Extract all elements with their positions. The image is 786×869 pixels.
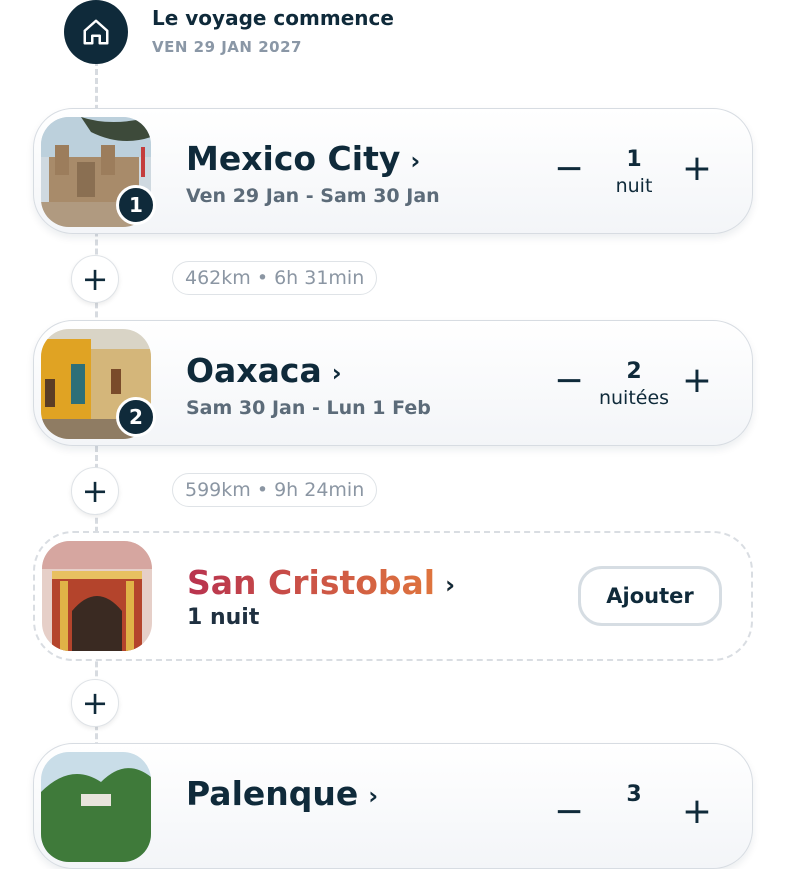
nights-label: nuit xyxy=(615,175,653,197)
trip-start-date: VEN 29 JAN 2027 xyxy=(152,38,302,56)
nights-decrement-button[interactable]: − xyxy=(549,361,589,401)
nights-count: 3 xyxy=(626,782,642,807)
city-name-label: Mexico City xyxy=(186,139,401,178)
chevron-right-icon: › xyxy=(331,358,342,387)
nights-count: 2 xyxy=(626,359,642,384)
nights-decrement-button[interactable]: − xyxy=(549,792,589,832)
leg-distance-pill: 462km • 6h 31min xyxy=(172,261,378,295)
nights-label: nuitées xyxy=(598,387,670,409)
add-stop-button[interactable]: + xyxy=(71,679,119,727)
stop-card-mexico-city[interactable]: 1 Mexico City › Ven 29 Jan - Sam 30 Jan −… xyxy=(33,108,753,234)
add-stop-button[interactable]: + xyxy=(71,467,119,515)
city-name-label: Oaxaca xyxy=(186,351,322,390)
add-stop-button[interactable]: + xyxy=(71,255,119,303)
nights-increment-button[interactable]: + xyxy=(677,361,717,401)
stop-card-palenque[interactable]: Palenque › − 3 + xyxy=(33,743,753,869)
city-name-label: San Cristobal xyxy=(187,563,436,602)
chevron-right-icon: › xyxy=(410,146,421,175)
add-suggested-stop-button[interactable]: Ajouter xyxy=(578,566,722,626)
suggested-stop-card-san-cristobal[interactable]: San Cristobal › 1 nuit Ajouter xyxy=(33,531,753,661)
nights-increment-button[interactable]: + xyxy=(677,149,717,189)
city-thumbnail xyxy=(41,752,151,862)
nights-decrement-button[interactable]: − xyxy=(549,149,589,189)
stop-dates: Ven 29 Jan - Sam 30 Jan xyxy=(186,185,440,207)
city-thumbnail xyxy=(42,541,152,651)
city-name[interactable]: Oaxaca › xyxy=(186,351,342,390)
city-name[interactable]: Palenque › xyxy=(186,774,378,813)
stop-number-badge: 2 xyxy=(116,397,156,437)
nights-increment-button[interactable]: + xyxy=(677,792,717,832)
suggested-nights: 1 nuit xyxy=(187,605,260,630)
chevron-right-icon: › xyxy=(368,781,379,810)
city-name[interactable]: Mexico City › xyxy=(186,139,420,178)
nights-count: 1 xyxy=(626,147,642,172)
stop-dates: Sam 30 Jan - Lun 1 Feb xyxy=(186,397,431,419)
city-name[interactable]: San Cristobal › xyxy=(187,563,455,602)
stop-number-badge: 1 xyxy=(116,185,156,225)
home-icon xyxy=(64,0,128,64)
leg-distance-pill: 599km • 9h 24min xyxy=(172,473,378,507)
trip-start-title: Le voyage commence xyxy=(152,6,394,30)
chevron-right-icon: › xyxy=(445,570,456,599)
stop-card-oaxaca[interactable]: 2 Oaxaca › Sam 30 Jan - Lun 1 Feb − 2 nui… xyxy=(33,320,753,446)
city-name-label: Palenque xyxy=(186,774,359,813)
